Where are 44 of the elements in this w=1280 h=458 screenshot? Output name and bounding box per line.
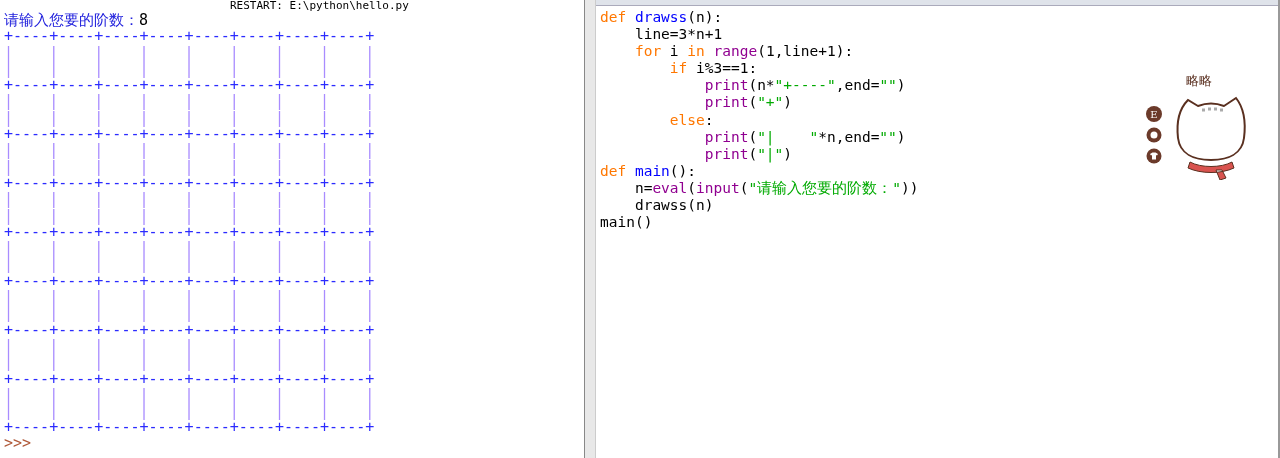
output-line: | | | | | | | | | [4,142,376,159]
output-line: | | | | | | | | | [4,289,376,306]
output-line: +----+----+----+----+----+----+----+----+ [4,126,376,143]
code-line: def drawss(n): [600,9,724,27]
code-line: for i in range(1,line+1): [633,43,855,61]
restart-line: RESTART: E:\python\hello.py [229,0,410,12]
code-line: else: [668,111,715,129]
output-line: +----+----+----+----+----+----+----+----+ [4,77,376,94]
output-line: +----+----+----+----+----+----+----+----+ [4,419,376,436]
letter-badge: E [1146,106,1162,122]
output-line: | | | | | | | | | [4,60,376,78]
output-line: | | | | | | | | | [4,354,376,371]
output-line: +----+----+----+----+----+----+----+----+ [4,370,376,387]
output-line: +----+----+----+----+----+----+----+----+ [4,28,376,45]
output-line: | | | | | | | | | [4,305,376,322]
code-line: line=3*n+1 [633,26,724,44]
sticker-caption: 略略 [1186,72,1212,90]
output-line: | | | | | | | | | [4,109,376,127]
output-line: | | | | | | | | | [4,158,376,175]
output-line: | | | | | | | | | [4,256,376,273]
output-line: | | | | | | | | | [4,386,376,404]
code-line: n=eval(input("请输入您要的阶数：")) [633,179,919,198]
code-line: print(n*"+----",end="") [703,77,907,95]
output-line: | | | | | | | | | [4,191,376,208]
output-line: | | | | | | | | | [4,403,376,420]
code-line: if i%3==1: [668,60,759,78]
code-line: drawss(n) [633,197,715,215]
output-line: | | | | | | | | | [4,207,376,224]
output-line: | | | | | | | | | [4,337,376,355]
code-line: print("+") [703,94,794,112]
input-value: 8 [139,11,149,29]
code-line: def main(): [600,162,698,180]
shell-prompt: >>> [4,435,33,450]
output-line: | | | | | | | | | [4,44,376,61]
ring-icon [1146,127,1162,143]
code-line: print("| "*n,end="") [703,128,907,146]
output-line: | | | | | | | | | [4,93,376,110]
output-line: | | | | | | | | | [4,240,376,257]
input-prompt: 请输入您要的阶数： [4,11,139,29]
output-line: +----+----+----+----+----+----+----+----+ [4,321,376,338]
shirt-icon [1146,148,1162,164]
code-line: main() [600,214,654,232]
output-line: +----+----+----+----+----+----+----+----+ [4,272,376,290]
code-line: print("|") [703,145,794,163]
